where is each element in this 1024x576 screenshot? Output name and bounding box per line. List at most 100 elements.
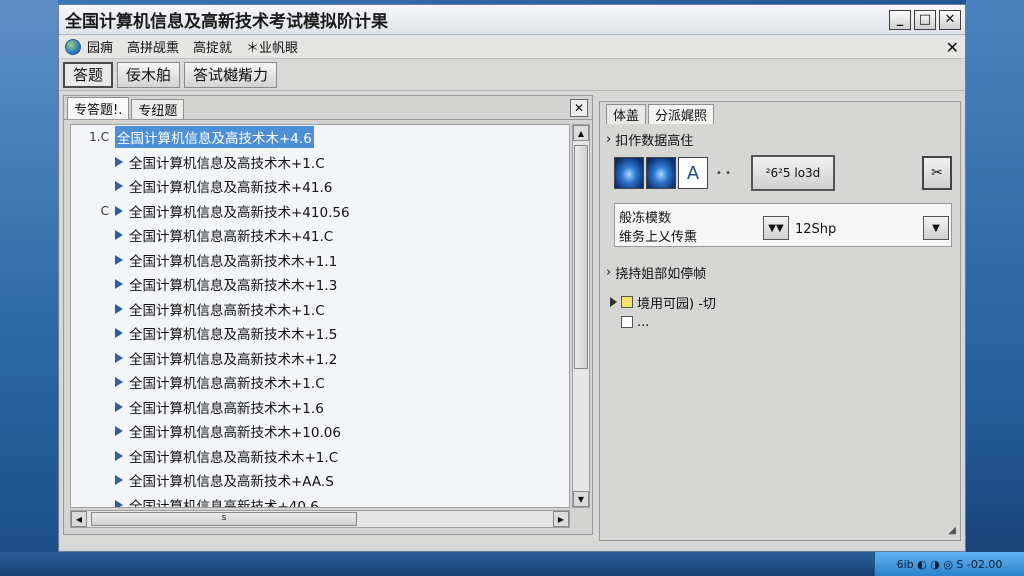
globe-icon [65, 38, 81, 55]
expand-icon[interactable] [610, 297, 617, 307]
play-arrow-icon[interactable] [115, 205, 123, 216]
menu-item-1[interactable]: 园痈 [87, 37, 113, 56]
tree-row[interactable]: 全国计算机信息及高新技术+AA.S [71, 468, 569, 493]
play-arrow-icon[interactable] [115, 303, 123, 314]
panel-close-icon[interactable]: ✕ [570, 99, 588, 117]
tree-row[interactable]: 全国计算机信息及高新技术木+1.2 [71, 346, 569, 371]
window-controls: _ □ ✕ [889, 9, 961, 30]
desktop-left [0, 0, 58, 576]
tree-row-label: 全国计算机信息及高新技术+410.56 [129, 204, 350, 221]
toolbar-button-2[interactable]: 佞木舶 [117, 61, 181, 88]
scroll-down-icon[interactable]: ▼ [573, 491, 589, 507]
play-arrow-icon[interactable] [115, 156, 123, 167]
stepper-down-icon[interactable]: ▼▼ [763, 216, 789, 240]
tree-row-label: 全国计算机信息高新技术木+41.C [129, 229, 334, 246]
eye-image-icon-2[interactable] [646, 157, 676, 189]
tree-row[interactable]: C 全国计算机信息及高新技术+410.56 [71, 199, 569, 224]
window-title: 全国计算机信息及高新技术考试模拟阶计果 [65, 12, 388, 32]
tree-row-prefix: C [100, 203, 109, 218]
tree-row[interactable]: 全国计算机信息及高新技术木+1.3 [71, 272, 569, 297]
tree-row[interactable]: 全国计算机信息及高新技术木+1.C [71, 444, 569, 469]
tree-row[interactable]: 全国计算机信息高新技术+40.6 [71, 493, 569, 508]
frame-tree-item-2[interactable]: ... [610, 312, 960, 332]
checkbox-icon[interactable] [621, 296, 633, 308]
tree-row[interactable]: 全国计算机信息高新技术木+1.6 [71, 395, 569, 420]
dots-icon: • • [716, 167, 731, 179]
scroll-left-icon[interactable]: ◀ [71, 511, 87, 527]
settings-form: 般冻模数 维务上乂传熏 ▼▼ 12Shp ▼ [614, 203, 952, 247]
frame-tree-label-2: ... [637, 314, 650, 330]
horizontal-scroll-thumb[interactable]: s [91, 512, 357, 526]
title-bar[interactable]: 全国计算机信息及高新技术考试模拟阶计果 _ □ ✕ [59, 5, 965, 35]
close-icon[interactable]: ✕ [946, 38, 959, 57]
tab-answer[interactable]: 专答题!. [67, 97, 130, 119]
play-arrow-icon[interactable] [115, 328, 123, 339]
operation-panel: 体盖 分派娓照 › 扣作数据高住 A • • ²6²5 lo3d ✂ 般冻模数 … [599, 101, 961, 541]
chevron-icon-2: › [606, 265, 612, 280]
tree-row-label: 全国计算机信息及高技术木+1.C [129, 155, 325, 172]
tab-distribution[interactable]: 分派娓照 [648, 104, 715, 124]
resize-grip-icon[interactable]: ◢ [948, 525, 956, 536]
tree-row[interactable]: 1.C 全国计算机信息及高技术木+4.6 [71, 125, 569, 150]
app-window: 全国计算机信息及高新技术考试模拟阶计果 _ □ ✕ 园痈 高拼觇熏 高掟就 ＊业… [58, 4, 966, 552]
tree-row-label: 全国计算机信息及高新技术木+1.5 [129, 327, 338, 344]
menu-bar: 园痈 高拼觇熏 高掟就 ＊业帆眼 ✕ [59, 35, 965, 59]
tree-row-label: 全国计算机信息高新技术+40.6 [129, 498, 319, 508]
section-frame-header: › 挠持姐部如停帧 [600, 257, 960, 286]
icon-row: A • • ²6²5 lo3d ✂ [600, 153, 960, 193]
menu-item-3[interactable]: 高掟就 [193, 37, 232, 56]
tree-row[interactable]: 全国计算机信息高新技术木+1.C [71, 297, 569, 322]
tree-row[interactable]: 全国计算机信息及高技术木+1.C [71, 150, 569, 175]
tree-row-prefix: 1.C [89, 130, 109, 145]
tab-properties[interactable]: 体盖 [606, 104, 647, 124]
tree-row[interactable]: 全国计算机信息及高新技术+41.6 [71, 174, 569, 199]
maximize-button[interactable]: □ [914, 9, 936, 30]
play-arrow-icon[interactable] [115, 377, 123, 388]
tree-row[interactable]: 全国计算机信息高新技术木+1.C [71, 370, 569, 395]
tree-row-label: 全国计算机信息及高新技术+AA.S [129, 474, 334, 491]
eye-image-icon[interactable] [614, 157, 644, 189]
vertical-scroll-thumb[interactable] [574, 145, 588, 369]
checkbox-icon-2[interactable] [621, 316, 633, 328]
tree-row[interactable]: 全国计算机信息及高新技术木+1.5 [71, 321, 569, 346]
scroll-right-icon[interactable]: ▶ [553, 511, 569, 527]
form-value: 12Shp [795, 222, 837, 237]
question-tree: 1.C 全国计算机信息及高技术木+4.6 全国计算机信息及高技术木+1.C 全国计算机… [70, 124, 570, 508]
scissors-icon[interactable]: ✂ [922, 156, 952, 190]
menu-item-2[interactable]: 高拼觇熏 [127, 37, 179, 56]
close-button[interactable]: ✕ [939, 9, 961, 30]
form-label-1: 般冻模数 [619, 211, 672, 226]
play-arrow-icon[interactable] [115, 254, 123, 265]
play-arrow-icon[interactable] [115, 426, 123, 437]
play-arrow-icon[interactable] [115, 181, 123, 192]
text-a-icon[interactable]: A [678, 157, 708, 189]
menu-item-4[interactable]: ＊业帆眼 [246, 37, 298, 56]
tree-row-label: 全国计算机信息及高新技术木+1.1 [129, 253, 338, 270]
play-arrow-icon[interactable] [115, 499, 123, 507]
tab-group[interactable]: 专纽题 [131, 99, 185, 119]
tree-row[interactable]: 全国计算机信息高新技术木+10.06 [71, 419, 569, 444]
answer-button[interactable]: 答题 [63, 61, 114, 88]
play-arrow-icon[interactable] [115, 279, 123, 290]
frame-tree-item-1[interactable]: 境用可园) -切 [610, 292, 960, 312]
system-tray[interactable]: 6ib ◐ ◑ ◎ S -02.00 [874, 552, 1024, 576]
tree-row[interactable]: 全国计算机信息高新技术木+41.C [71, 223, 569, 248]
minimize-button[interactable]: _ [889, 9, 911, 30]
toolbar-button-3[interactable]: 答试樾觜力 [184, 61, 278, 88]
dropdown-arrow-icon[interactable]: ▼ [923, 216, 949, 240]
frame-tree: 境用可园) -切 ... [600, 286, 960, 332]
play-arrow-icon[interactable] [115, 230, 123, 241]
vertical-scrollbar[interactable]: ▲ ▼ [572, 124, 590, 508]
play-arrow-icon[interactable] [115, 401, 123, 412]
scroll-up-icon[interactable]: ▲ [573, 125, 589, 141]
play-arrow-icon[interactable] [115, 450, 123, 461]
play-arrow-icon[interactable] [115, 352, 123, 363]
section-data-header: › 扣作数据高住 [600, 124, 960, 153]
load-button[interactable]: ²6²5 lo3d [750, 155, 835, 191]
taskbar: 6ib ◐ ◑ ◎ S -02.00 [0, 552, 1024, 576]
tree-row[interactable]: 全国计算机信息及高新技术木+1.1 [71, 248, 569, 273]
horizontal-scrollbar[interactable]: ◀ s ▶ [70, 510, 570, 528]
tree-row-label: 全国计算机信息高新技术木+1.6 [129, 400, 324, 417]
play-arrow-icon[interactable] [115, 475, 123, 486]
tree-row-label: 全国计算机信息及高技术木+4.6 [115, 126, 314, 149]
